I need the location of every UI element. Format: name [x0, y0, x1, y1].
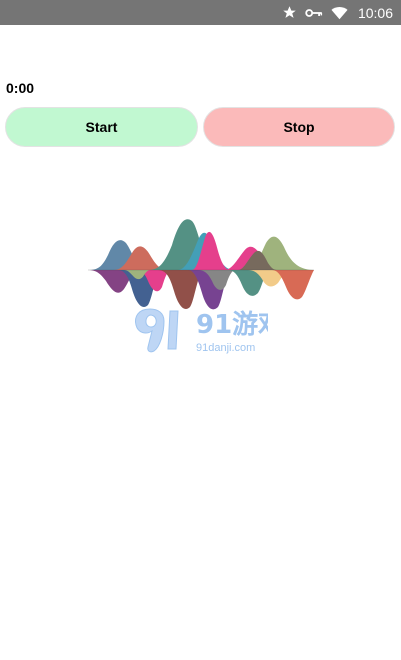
wifi-icon	[331, 6, 348, 20]
star-icon	[282, 5, 297, 20]
waveform-visualizer	[88, 219, 314, 310]
watermark-url: 91danji.com	[196, 342, 255, 354]
status-bar: 10:06	[0, 0, 401, 25]
start-button[interactable]: Start	[5, 107, 198, 147]
stop-button[interactable]: Stop	[203, 107, 395, 147]
key-icon	[305, 7, 323, 19]
watermark-logo: 91游戏 91danji.com	[135, 308, 268, 354]
watermark-logo-text: 91游戏	[196, 310, 268, 340]
status-icons: 10:06	[282, 0, 393, 25]
status-time: 10:06	[357, 4, 393, 21]
timer-display: 0:00	[6, 80, 35, 96]
